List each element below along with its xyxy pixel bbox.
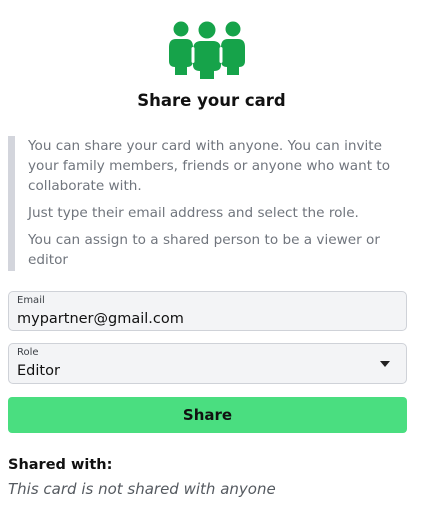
role-select[interactable]: Role Editor xyxy=(8,343,407,384)
info-blockquote: You can share your card with anyone. You… xyxy=(8,136,406,271)
info-paragraph: You can assign to a shared person to be … xyxy=(28,232,380,268)
shared-empty-text: This card is not shared with anyone xyxy=(8,480,276,498)
role-value: Editor xyxy=(17,363,60,379)
info-paragraph: You can share your card with anyone. You… xyxy=(28,138,391,194)
role-label: Role xyxy=(17,347,39,358)
email-input[interactable]: mypartner@gmail.com xyxy=(17,310,184,328)
caret-down-icon[interactable] xyxy=(380,361,390,367)
shared-with-heading: Shared with: xyxy=(8,457,113,473)
email-label: Email xyxy=(17,295,45,306)
info-paragraph: Just type their email address and select… xyxy=(28,205,359,221)
share-button[interactable]: Share xyxy=(8,397,407,433)
users-group-icon xyxy=(169,21,245,79)
email-field[interactable]: Email mypartner@gmail.com xyxy=(8,291,407,331)
page-title: Share your card xyxy=(137,91,286,110)
